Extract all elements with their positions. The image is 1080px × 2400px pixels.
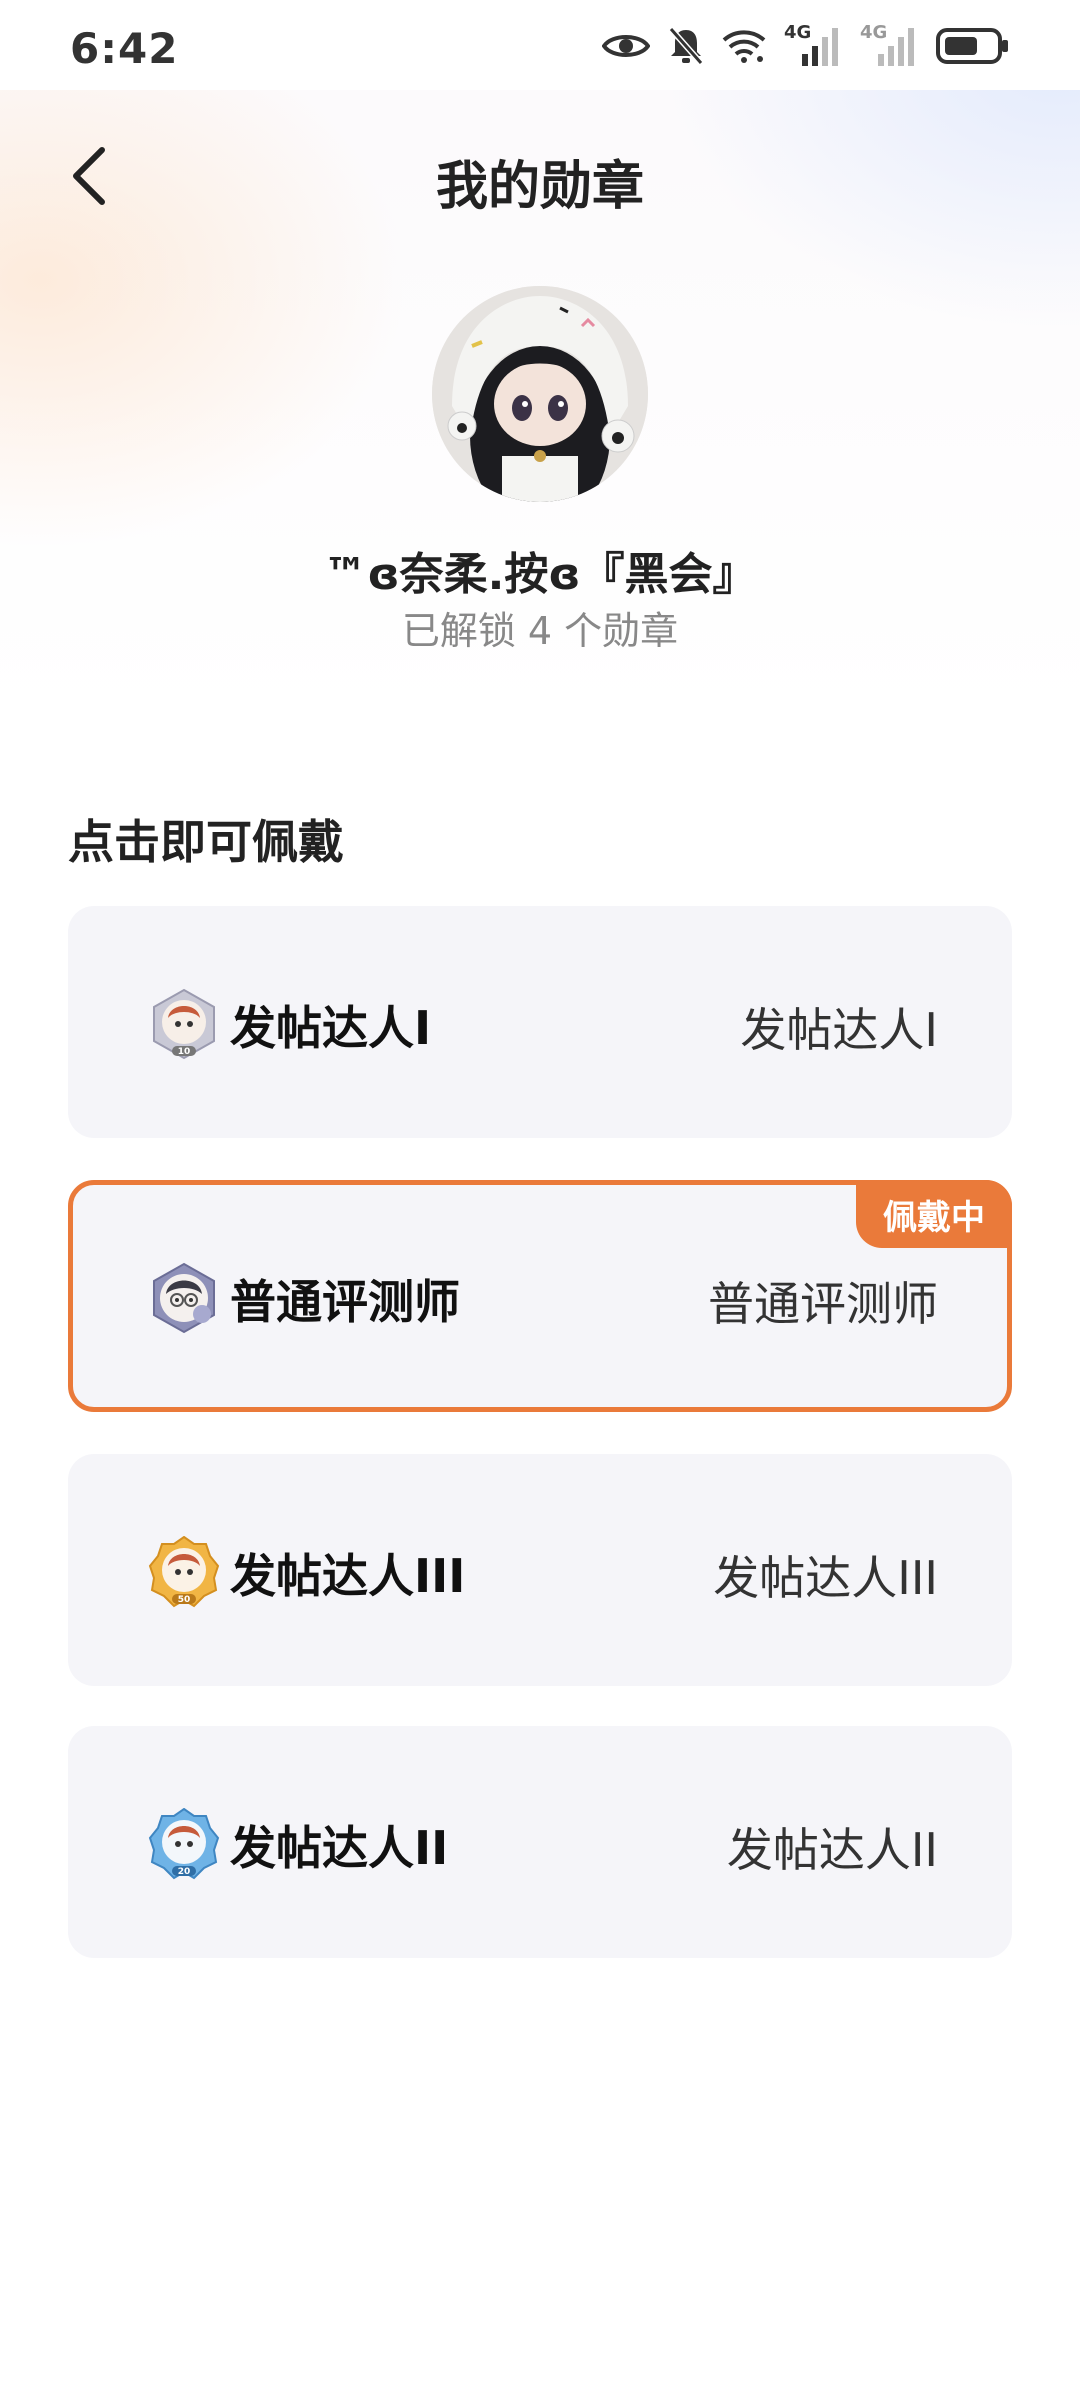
medal-postmaster-1-icon: 10: [148, 988, 220, 1060]
medal-description: 发帖达人III: [713, 1551, 938, 1605]
medal-level-label: 50: [178, 1595, 191, 1605]
bell-off-icon: [668, 26, 704, 66]
medal-postmaster-2-icon: 20: [148, 1807, 220, 1880]
user-name: ™ɞ奈柔.按ɞ『黑会』: [323, 549, 757, 600]
medal-name: 发帖达人II: [230, 1821, 449, 1875]
section-title: 点击即可佩戴: [68, 815, 344, 869]
status-icons: 4G 4G: [602, 22, 1010, 66]
medal-description: 发帖达人II: [726, 1823, 938, 1877]
avatar-image: [432, 286, 648, 502]
medal-level-label: 20: [178, 1867, 191, 1877]
medal-card[interactable]: 50 发帖达人III 发帖达人III: [68, 1454, 1012, 1686]
eye-icon: [602, 28, 650, 64]
medal-card[interactable]: 20 发帖达人II 发帖达人II: [68, 1726, 1012, 1958]
status-bar: 6:42 4G 4G: [0, 0, 1080, 90]
medal-name: 发帖达人I: [230, 1001, 432, 1055]
avatar[interactable]: [432, 286, 648, 502]
unlocked-count-text: 已解锁 4 个勋章: [401, 609, 679, 653]
medal-card-wearing[interactable]: 普通评测师 普通评测师 佩戴中: [68, 1180, 1012, 1412]
medal-description: 发帖达人I: [740, 1003, 938, 1057]
medal-postmaster-3-icon: 50: [148, 1535, 220, 1608]
medal-reviewer-icon: [148, 1262, 220, 1334]
medal-card[interactable]: 10 发帖达人I 发帖达人I: [68, 906, 1012, 1138]
wifi-icon: [722, 28, 766, 64]
medal-level-label: 10: [178, 1047, 191, 1057]
signal-4g-icon: 4G: [860, 22, 918, 66]
medal-name: 普通评测师: [230, 1275, 460, 1329]
medal-description: 普通评测师: [708, 1277, 938, 1331]
signal-4g-icon: 4G: [784, 22, 842, 66]
status-time: 6:42: [70, 24, 179, 73]
page-title: 我的勋章: [435, 157, 644, 217]
battery-icon: [936, 26, 1010, 66]
wearing-badge: 佩戴中: [856, 1180, 1012, 1248]
medal-name: 发帖达人III: [230, 1549, 466, 1603]
